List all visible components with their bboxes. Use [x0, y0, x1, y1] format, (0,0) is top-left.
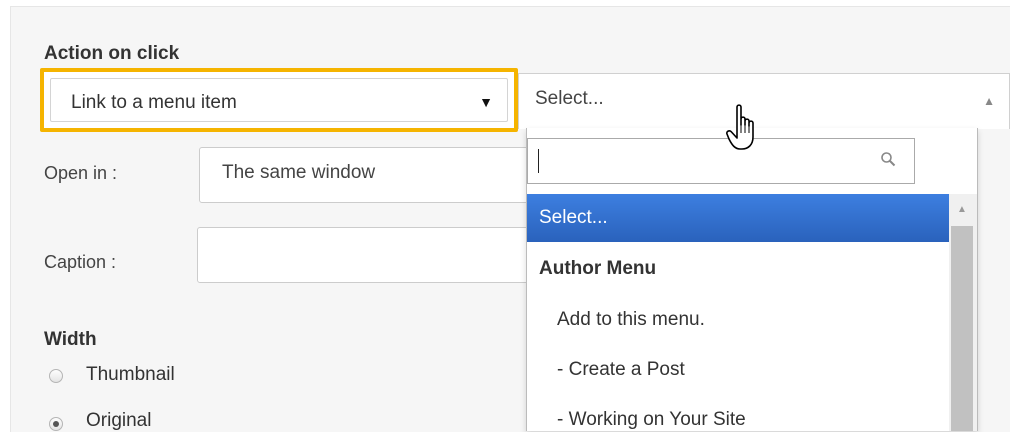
menu-item-select-value: Select...: [535, 88, 604, 109]
action-on-click-value: Link to a menu item: [71, 92, 237, 113]
dropdown-option-create-post[interactable]: - Create a Post: [527, 346, 973, 394]
caption-input[interactable]: [197, 227, 529, 283]
action-on-click-label: Action on click: [44, 43, 180, 64]
menu-item-dropdown: Select... Author Menu Add to this menu. …: [526, 128, 978, 431]
radio-original[interactable]: [49, 417, 63, 431]
search-icon: [881, 152, 896, 167]
chevron-down-icon: ▼: [479, 94, 493, 110]
action-on-click-select-inner[interactable]: Link to a menu item ▼: [50, 78, 508, 122]
radio-thumbnail[interactable]: [49, 369, 63, 383]
dropdown-scrollbar[interactable]: ▲: [949, 194, 977, 431]
scroll-up-icon[interactable]: ▲: [957, 204, 967, 215]
hand-pointer-icon: [726, 104, 754, 150]
dropdown-option-select[interactable]: Select...: [527, 194, 973, 242]
open-in-select[interactable]: The same window: [199, 147, 529, 203]
width-label: Width: [44, 329, 97, 350]
radio-original-label: Original: [86, 410, 152, 431]
open-in-value: The same window: [222, 162, 376, 183]
dropdown-option-add-to-menu[interactable]: Add to this menu.: [527, 296, 973, 344]
caption-label: Caption :: [44, 252, 117, 272]
action-on-click-select[interactable]: Link to a menu item ▼: [40, 68, 518, 132]
chevron-up-icon: ▲: [983, 94, 995, 108]
text-cursor: [538, 149, 539, 173]
dropdown-option-working-on-site[interactable]: - Working on Your Site: [527, 396, 973, 431]
dropdown-search-input[interactable]: [527, 138, 915, 184]
scrollbar-thumb[interactable]: [951, 226, 973, 431]
menu-item-select[interactable]: Select... ▲: [518, 73, 1010, 129]
dropdown-group-author-menu: Author Menu: [539, 258, 657, 279]
open-in-label: Open in :: [44, 163, 118, 183]
radio-thumbnail-label: Thumbnail: [86, 364, 175, 385]
